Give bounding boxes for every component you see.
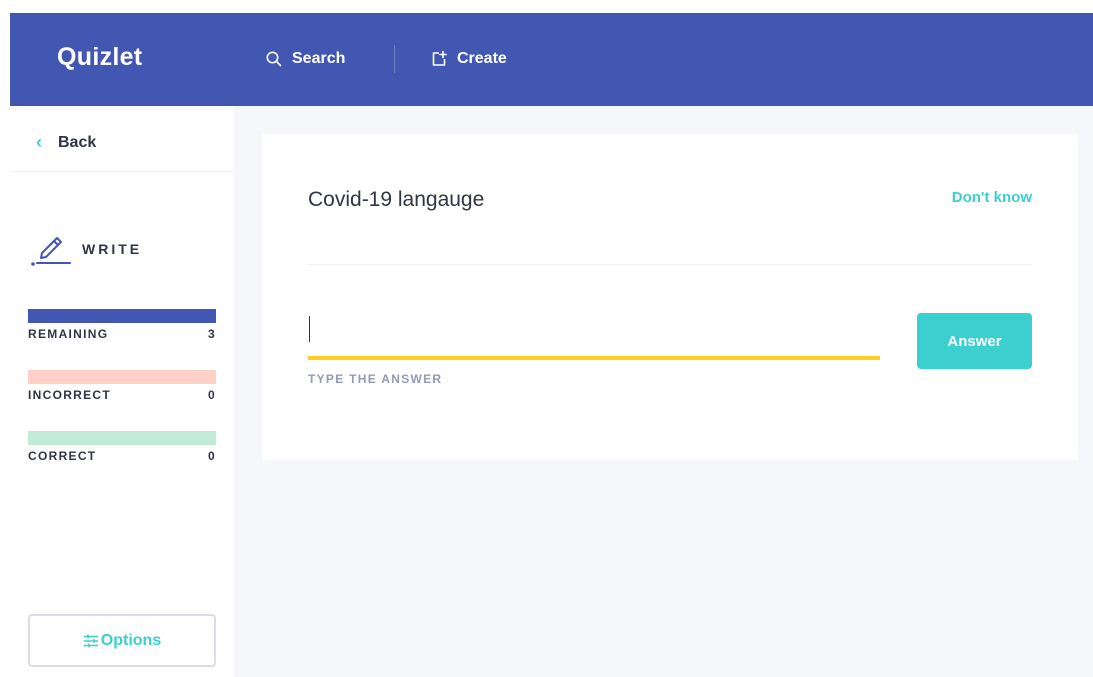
question-card: Covid-19 langauge Don't know TYPE THE AN… xyxy=(262,134,1078,460)
incorrect-count: 0 xyxy=(208,388,216,402)
answer-input[interactable] xyxy=(308,314,880,360)
incorrect-label: INCORRECT xyxy=(28,388,112,402)
dont-know-link[interactable]: Don't know xyxy=(952,189,1032,206)
sidebar-divider xyxy=(10,171,234,172)
question-prompt: Covid-19 langauge xyxy=(308,188,485,211)
card-divider xyxy=(308,264,1032,265)
correct-label: CORRECT xyxy=(28,449,97,463)
answer-button[interactable]: Answer xyxy=(917,313,1032,369)
search-nav-button[interactable]: Search xyxy=(265,50,345,68)
incorrect-progress-bar xyxy=(28,370,216,384)
incorrect-stat: INCORRECT 0 xyxy=(28,370,216,402)
create-nav-label: Create xyxy=(457,50,507,67)
chevron-left-icon: ‹ xyxy=(36,132,42,152)
create-nav-button[interactable]: Create xyxy=(430,50,507,68)
correct-stat: CORRECT 0 xyxy=(28,431,216,463)
app-frame: Quizlet Search Create ‹ Back WRITE REMAI… xyxy=(10,13,1093,677)
top-nav-bar: Quizlet Search Create xyxy=(10,13,1093,106)
write-mode-header: WRITE xyxy=(30,231,142,267)
remaining-label: REMAINING xyxy=(28,327,109,341)
answer-input-hint: TYPE THE ANSWER xyxy=(308,372,443,386)
options-label: Options xyxy=(100,631,162,649)
back-label: Back xyxy=(58,133,97,151)
create-icon xyxy=(432,50,447,66)
nav-divider xyxy=(394,45,395,73)
quizlet-logo[interactable]: Quizlet xyxy=(57,43,142,72)
correct-progress-bar xyxy=(28,431,216,445)
sliders-icon xyxy=(83,634,98,647)
write-pen-icon xyxy=(31,237,71,266)
correct-count: 0 xyxy=(208,449,216,463)
remaining-progress-bar xyxy=(28,309,216,323)
remaining-stat: REMAINING 3 xyxy=(28,309,216,341)
write-mode-sidebar: ‹ Back WRITE REMAINING 3 INCORRECT 0 COR… xyxy=(10,106,234,677)
remaining-count: 3 xyxy=(208,327,216,341)
options-button[interactable]: Options xyxy=(28,614,216,667)
search-nav-label: Search xyxy=(292,50,346,67)
mode-title: WRITE xyxy=(82,241,143,257)
back-link[interactable]: ‹ Back xyxy=(36,132,96,153)
search-icon xyxy=(266,51,282,67)
text-caret xyxy=(309,316,310,342)
